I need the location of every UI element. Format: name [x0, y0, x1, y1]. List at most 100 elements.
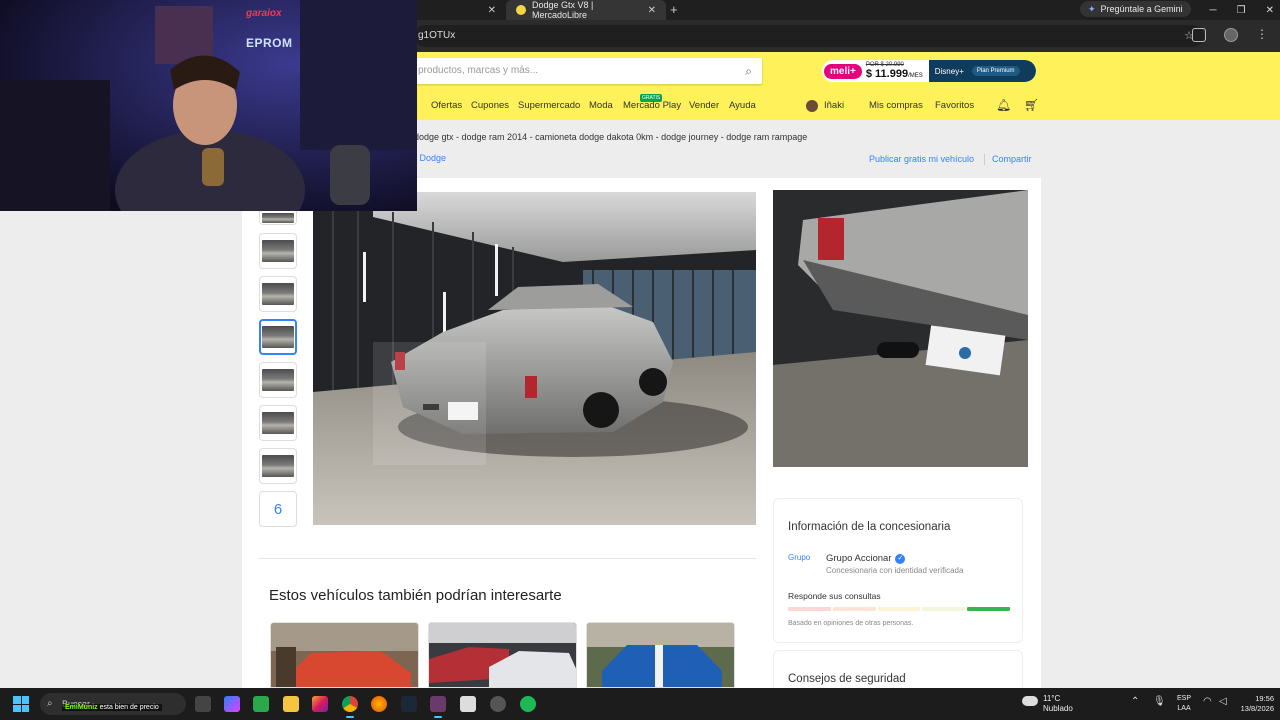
menu-icon[interactable]: ⋮: [1256, 28, 1270, 42]
divider: [984, 154, 985, 165]
windows-start-icon[interactable]: [13, 696, 29, 712]
tray-chevron-icon[interactable]: ⌃: [1131, 696, 1139, 707]
nav-vender[interactable]: Vender: [689, 100, 719, 111]
dealer-responds: Responde sus consultas: [788, 591, 881, 601]
thermometer-segment: [832, 607, 876, 611]
browser-tab[interactable]: ✕: [414, 0, 506, 20]
language-indicator[interactable]: ESP LAA: [1177, 694, 1191, 714]
gemini-button[interactable]: ✦ Pregúntale a Gemini: [1080, 1, 1191, 17]
microphone-icon[interactable]: 🎙︎: [1153, 696, 1166, 707]
gallery-thumbnail[interactable]: [259, 233, 297, 269]
store-icon[interactable]: [253, 696, 269, 712]
nav-supermercado[interactable]: Supermercado: [518, 100, 580, 111]
windows-taskbar: ⌕ Buscar 11°CNublado ⌃ 🎙︎ ESPLAA ◠ ◁ 19:…: [0, 688, 1280, 720]
cart-icon[interactable]: 🛒︎: [1024, 98, 1039, 112]
recommended-vehicle-card[interactable]: [428, 622, 577, 688]
new-tab-button[interactable]: +: [670, 0, 678, 20]
meli-price: POR $ 20.990 $ 11.999/MES: [866, 61, 923, 81]
gemini-spark-icon: ✦: [1088, 3, 1096, 14]
chrome-icon[interactable]: [342, 696, 358, 718]
reputation-thermometer: [788, 607, 1010, 611]
safety-tips-card: Consejos de seguridad: [773, 650, 1023, 690]
chat-message: EmiMuniz esta bien de precio: [62, 704, 162, 711]
verified-icon: ✓: [895, 553, 906, 564]
nav-mis-compras[interactable]: Mis compras: [869, 100, 923, 111]
search-input[interactable]: productos, marcas y más... ⌕: [414, 58, 762, 84]
app-icon[interactable]: [490, 696, 506, 712]
file-explorer-icon[interactable]: [283, 696, 299, 712]
publish-link[interactable]: Publicar gratis mi vehículo: [869, 154, 974, 164]
dealer-name[interactable]: Grupo Accionar ✓: [826, 553, 906, 564]
instagram-icon[interactable]: [312, 696, 328, 712]
gallery-thumbnail[interactable]: [259, 405, 297, 441]
main-product-photo[interactable]: [313, 192, 756, 525]
search-placeholder: productos, marcas y más...: [418, 65, 539, 76]
meli-new-price: $ 11.999/MES: [865, 68, 923, 80]
nav-ayuda[interactable]: Ayuda: [729, 100, 756, 111]
dealer-logo[interactable]: Grupo: [788, 553, 816, 575]
firefox-icon[interactable]: [371, 696, 387, 712]
thermometer-segment: [922, 607, 966, 611]
gallery-thumbnail[interactable]: [259, 448, 297, 484]
browser-tab-active[interactable]: Dodge Gtx V8 | MercadoLibre ✕: [506, 0, 666, 20]
close-icon[interactable]: ✕: [488, 5, 496, 16]
volume-icon[interactable]: ◁: [1219, 696, 1227, 707]
task-view-icon[interactable]: [195, 696, 211, 712]
gallery-thumbnail[interactable]: [259, 211, 297, 225]
search-icon[interactable]: ⌕: [745, 58, 752, 84]
meli-plus-banner[interactable]: meli+ POR $ 20.990 $ 11.999/MES Disney+ …: [822, 60, 1036, 82]
webcam-overlay: garaiox EPROM: [0, 0, 417, 211]
share-link[interactable]: Compartir: [992, 154, 1032, 164]
window-controls: ─ ❐ ✕: [1210, 0, 1274, 20]
recommended-vehicle-card[interactable]: [586, 622, 735, 688]
breadcrumb-item[interactable]: Dodge: [420, 153, 447, 163]
user-menu[interactable]: Iñaki: [824, 100, 844, 111]
nav-moda[interactable]: Moda: [589, 100, 613, 111]
close-icon[interactable]: ✕: [648, 5, 656, 16]
extensions-icon[interactable]: [1192, 28, 1206, 42]
streamer-webcam-image: [0, 0, 417, 211]
steam-icon[interactable]: [401, 696, 417, 712]
meli-plus-badge: meli+: [824, 63, 862, 79]
nav-mercado-play[interactable]: Mercado Play: [623, 100, 681, 111]
recommended-vehicle-photo: [587, 623, 734, 687]
related-searches[interactable]: dodge gtx - dodge ram 2014 - camioneta d…: [414, 132, 807, 142]
restore-icon[interactable]: ❐: [1237, 5, 1246, 16]
bell-icon[interactable]: 🔔︎: [996, 98, 1011, 112]
secondary-product-photo[interactable]: [773, 190, 1028, 467]
url-field[interactable]: g1OTUx ☆: [414, 25, 1204, 47]
nav-ofertas[interactable]: Ofertas: [431, 100, 462, 111]
nav-cupones[interactable]: Cupones: [471, 100, 509, 111]
profile-icon[interactable]: [1224, 28, 1238, 42]
obs-icon[interactable]: [430, 696, 446, 718]
car-photo-illustration: [313, 192, 756, 525]
overlay-label: garaiox: [246, 8, 282, 19]
thermometer-segment: [967, 607, 1010, 611]
copilot-icon[interactable]: [224, 696, 240, 712]
cloud-icon: [1022, 696, 1038, 706]
minimize-icon[interactable]: ─: [1210, 5, 1217, 16]
chat-user: EmiMuniz: [65, 704, 98, 711]
dealer-title: Información de la concesionaria: [788, 521, 951, 533]
wifi-icon[interactable]: ◠: [1203, 696, 1212, 707]
recommended-vehicle-card[interactable]: [270, 622, 419, 688]
avatar[interactable]: [806, 100, 818, 112]
breadcrumb: › Dodge: [414, 153, 446, 163]
url-text: g1OTUx: [418, 30, 456, 41]
gallery-thumbnail[interactable]: [259, 276, 297, 312]
nav-favoritos[interactable]: Favoritos: [935, 100, 974, 111]
gallery-thumbnail-selected[interactable]: [259, 319, 297, 355]
weather-label: Nublado: [1043, 704, 1073, 713]
recommended-vehicle-photo: [429, 623, 576, 687]
more-photos-button[interactable]: 6: [259, 491, 297, 527]
clock[interactable]: 19:56 13/8/2026: [1241, 694, 1274, 714]
recommended-vehicle-photo: [271, 623, 418, 687]
gallery-thumbnail[interactable]: [259, 362, 297, 398]
disney-logo: Disney+: [934, 66, 964, 76]
close-window-icon[interactable]: ✕: [1266, 5, 1274, 16]
car-rear-photo-illustration: [773, 190, 1028, 467]
toolbar-icons: ⋮: [1192, 28, 1270, 42]
dealer-subtitle: Concesionaria con identidad verificada: [826, 566, 964, 575]
app-icon[interactable]: [460, 696, 476, 712]
spotify-icon[interactable]: [520, 696, 536, 712]
